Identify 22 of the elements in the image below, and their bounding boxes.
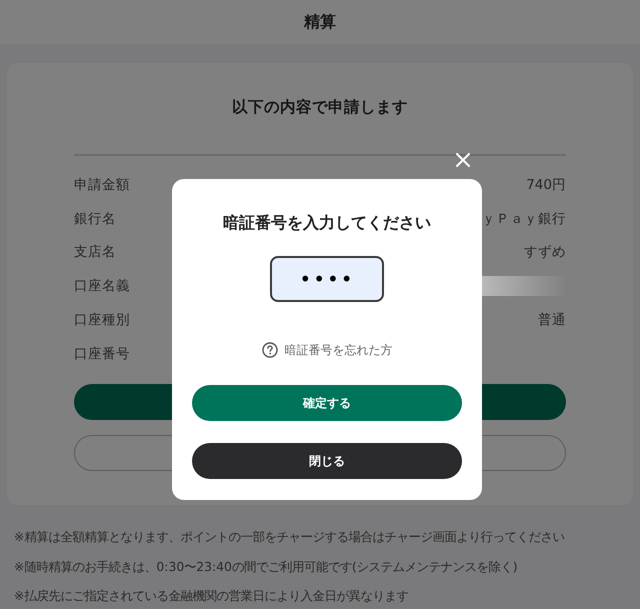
help-icon	[262, 342, 278, 358]
close-icon[interactable]	[456, 153, 470, 167]
row-label: 口座名義	[74, 277, 130, 296]
row-value: 普通	[538, 311, 566, 330]
page-title: 精算	[304, 11, 336, 33]
row-value: 740円	[526, 176, 566, 194]
note-text: ※精算は全額精算となります、ポイントの一部をチャージする場合はチャージ画面より行ってください	[14, 528, 566, 546]
pin-input[interactable]: ••••	[270, 256, 384, 302]
row-value: ｙＰａｙ銀行	[482, 210, 566, 228]
dialog-title: 暗証番号を入力してください	[223, 212, 431, 234]
row-label: 申請金額	[74, 176, 130, 194]
row-label: 銀行名	[74, 210, 116, 228]
forgot-pin-link[interactable]: 暗証番号を忘れた方	[262, 340, 392, 360]
row-label: 支店名	[74, 243, 116, 262]
confirm-button[interactable]: 確定する	[192, 385, 462, 421]
row-label: 口座種別	[74, 311, 130, 330]
close-button[interactable]: 閉じる	[192, 443, 462, 479]
row-label: 口座番号	[74, 344, 130, 363]
note-text: ※払戻先にご指定されている金融機関の営業日により入金日が異なります	[14, 587, 410, 605]
note-text: ※随時精算のお手続きは、0:30〜23:40の間でご利用可能です(システムメンテナンスを除く)	[14, 558, 519, 576]
row-value: すずめ	[524, 243, 566, 262]
card-heading: 以下の内容で申請します	[231, 97, 409, 118]
